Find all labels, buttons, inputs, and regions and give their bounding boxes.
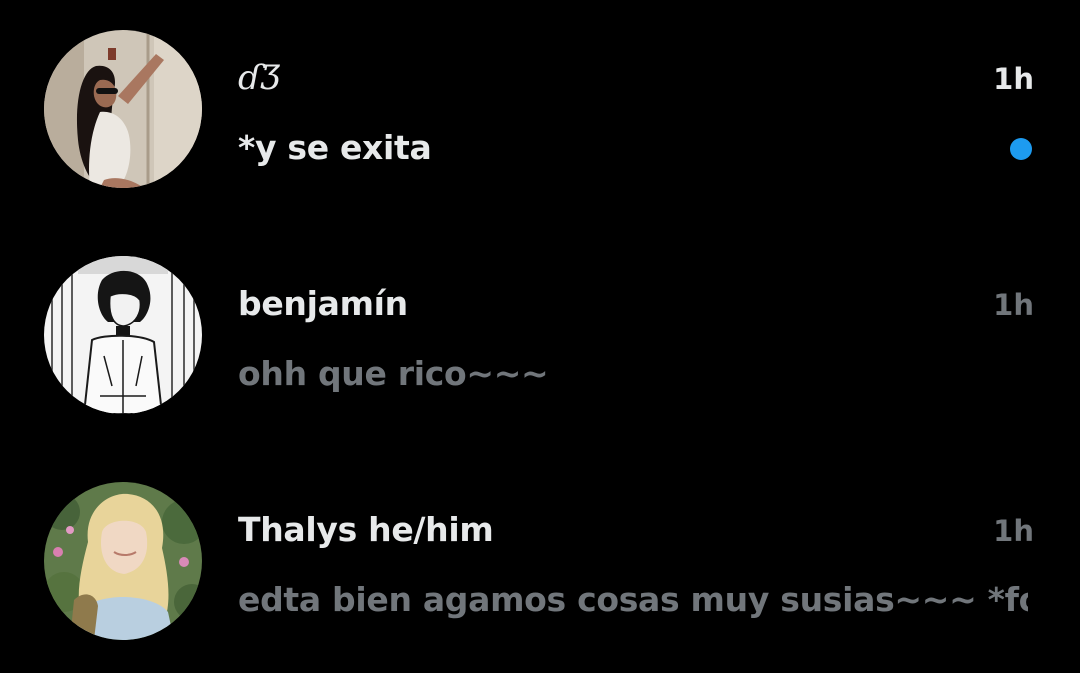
conversation-row[interactable]: Thalys he/him 1h edta bien agamos cosas …: [0, 462, 1080, 662]
unread-indicator-icon: [1010, 138, 1032, 160]
timestamp: 1h: [993, 288, 1034, 322]
user-photo-icon: [44, 30, 202, 188]
contact-name: Thalys he/him: [238, 510, 494, 549]
message-preview: edta bien agamos cosas muy susias~~~ *fo…: [238, 580, 1028, 619]
avatar[interactable]: [44, 30, 202, 188]
conversation-row[interactable]: ɗƷ 1h *y se exita: [0, 10, 1080, 210]
user-photo-icon: [44, 482, 202, 640]
avatar[interactable]: [44, 482, 202, 640]
message-preview: ohh que rico~~~: [238, 354, 549, 393]
contact-name: benjamín: [238, 284, 408, 323]
avatar[interactable]: [44, 256, 202, 414]
message-preview: *y se exita: [238, 128, 432, 167]
contact-name: ɗƷ: [238, 58, 280, 98]
timestamp: 1h: [993, 62, 1034, 96]
timestamp: 1h: [993, 514, 1034, 548]
user-photo-icon: [44, 256, 202, 414]
conversation-list: ɗƷ 1h *y se exita benjamín 1h ohh que ri…: [0, 0, 1080, 673]
conversation-row[interactable]: benjamín 1h ohh que rico~~~: [0, 236, 1080, 436]
